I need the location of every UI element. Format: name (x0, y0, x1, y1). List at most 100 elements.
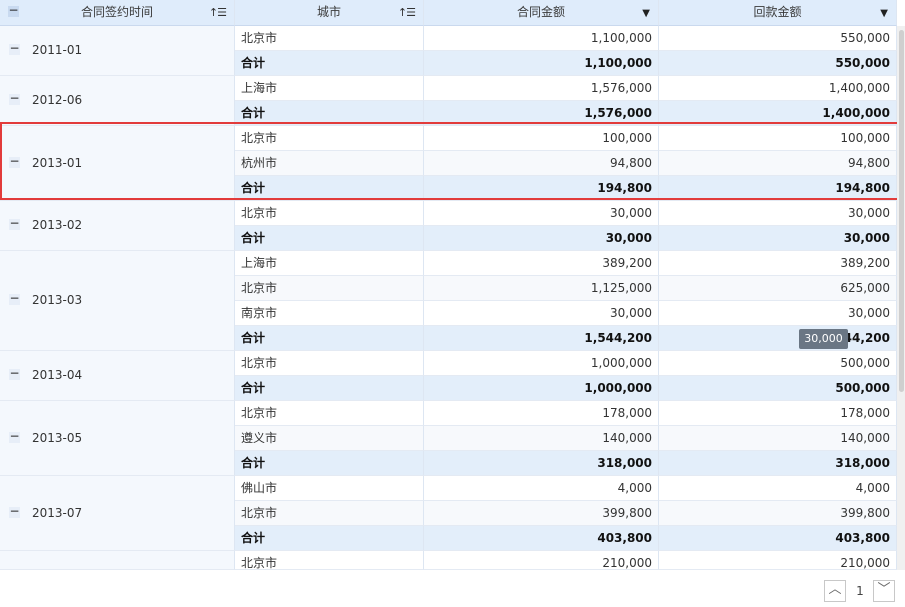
collapse-icon[interactable]: − (9, 42, 20, 55)
subtotal-contract: 1,544,200 (424, 326, 659, 351)
collapse-icon[interactable]: − (9, 292, 20, 305)
report-table: − 合同签约时间 ↑☰ 城市 ↑☰ 合同金额 ▼ 回款金额 ▼ −2011-01… (0, 0, 905, 607)
page-number: 1 (856, 584, 864, 598)
header-city[interactable]: 城市 ↑☰ (235, 0, 424, 26)
contract-amount-cell: 178,000 (424, 401, 659, 426)
group-date: 2013-02 (32, 218, 83, 232)
payment-amount-cell: 500,000 (659, 351, 897, 376)
chevron-down-icon: ﹀ (877, 582, 891, 597)
contract-amount-cell: 399,800 (424, 501, 659, 526)
header-payment-amount[interactable]: 回款金额 ▼ (659, 0, 897, 26)
subtotal-contract: 403,800 (424, 526, 659, 551)
group-date-cell: −2013-01 (0, 126, 235, 201)
subtotal-label: 合计 (235, 226, 424, 251)
subtotal-label: 合计 (235, 376, 424, 401)
header-date[interactable]: − 合同签约时间 ↑☰ (0, 0, 235, 26)
group-date: 2013-03 (32, 293, 83, 307)
collapse-icon[interactable]: − (9, 217, 20, 230)
city-cell: 北京市 (235, 126, 424, 151)
contract-amount-cell: 1,576,000 (424, 76, 659, 101)
sort-icon[interactable]: ↑☰ (398, 0, 416, 25)
contract-amount-cell: 1,100,000 (424, 26, 659, 51)
city-cell: 北京市 (235, 501, 424, 526)
subtotal-payment: 318,000 (659, 451, 897, 476)
group-date-cell: −2013-04 (0, 351, 235, 401)
payment-amount-cell: 94,800 (659, 151, 897, 176)
payment-amount-cell: 389,200 (659, 251, 897, 276)
collapse-icon[interactable]: − (9, 367, 20, 380)
city-cell: 上海市 (235, 251, 424, 276)
subtotal-payment: 30,000 (659, 226, 897, 251)
city-cell: 上海市 (235, 76, 424, 101)
group-date: 2012-06 (32, 93, 83, 107)
subtotal-label: 合计 (235, 451, 424, 476)
payment-amount-cell: 210,000 (659, 551, 897, 570)
payment-amount-cell: 399,800 (659, 501, 897, 526)
value-tooltip: 30,000 (799, 329, 848, 349)
city-cell: 北京市 (235, 551, 424, 570)
header-contract-amount[interactable]: 合同金额 ▼ (424, 0, 659, 26)
sort-icon[interactable]: ↑☰ (209, 0, 227, 25)
group-date-cell: −2013-02 (0, 201, 235, 251)
group-date-cell: −2013-07 (0, 476, 235, 551)
page-prev-button[interactable]: ︿ (824, 580, 846, 602)
group-date: 2013-01 (32, 156, 83, 170)
payment-amount-cell: 625,000 (659, 276, 897, 301)
header-payment-label: 回款金额 (753, 5, 802, 19)
payment-amount-cell: 178,000 (659, 401, 897, 426)
contract-amount-cell: 4,000 (424, 476, 659, 501)
subtotal-contract: 1,100,000 (424, 51, 659, 76)
subtotal-label: 合计 (235, 176, 424, 201)
contract-amount-cell: 30,000 (424, 301, 659, 326)
payment-amount-cell: 140,000 (659, 426, 897, 451)
collapse-icon[interactable]: − (9, 430, 20, 443)
subtotal-payment: 1,044,200 (659, 326, 897, 351)
group-date-cell: −2011-01 (0, 26, 235, 76)
contract-amount-cell: 140,000 (424, 426, 659, 451)
group-date: 2013-05 (32, 431, 83, 445)
page-next-button[interactable]: ﹀ (873, 580, 895, 602)
city-cell: 北京市 (235, 351, 424, 376)
city-cell: 北京市 (235, 401, 424, 426)
payment-amount-cell: 30,000 (659, 301, 897, 326)
contract-amount-cell: 210,000 (424, 551, 659, 570)
subtotal-contract: 30,000 (424, 226, 659, 251)
subtotal-label: 合计 (235, 526, 424, 551)
group-date: 2013-07 (32, 506, 83, 520)
scrollbar-thumb[interactable] (899, 30, 904, 392)
payment-amount-cell: 1,400,000 (659, 76, 897, 101)
collapse-icon[interactable]: − (9, 155, 20, 168)
group-date-cell: −2012-06 (0, 76, 235, 126)
triangle-down-icon[interactable]: ▼ (880, 1, 888, 25)
contract-amount-cell: 94,800 (424, 151, 659, 176)
group-date-cell: −2013-05 (0, 401, 235, 476)
collapse-icon[interactable]: − (9, 505, 20, 518)
city-cell: 北京市 (235, 26, 424, 51)
subtotal-label: 合计 (235, 101, 424, 126)
city-cell: 北京市 (235, 201, 424, 226)
group-date-cell (0, 551, 235, 570)
subtotal-contract: 318,000 (424, 451, 659, 476)
chevron-up-icon: ︿ (828, 582, 842, 597)
city-cell: 佛山市 (235, 476, 424, 501)
contract-amount-cell: 30,000 (424, 201, 659, 226)
collapse-all-icon[interactable]: − (8, 4, 19, 17)
city-cell: 南京市 (235, 301, 424, 326)
contract-amount-cell: 100,000 (424, 126, 659, 151)
payment-amount-cell: 4,000 (659, 476, 897, 501)
subtotal-contract: 1,576,000 (424, 101, 659, 126)
contract-amount-cell: 1,125,000 (424, 276, 659, 301)
collapse-icon[interactable]: − (9, 92, 20, 105)
group-date-cell: −2013-03 (0, 251, 235, 351)
subtotal-label: 合计 (235, 51, 424, 76)
contract-amount-cell: 389,200 (424, 251, 659, 276)
subtotal-payment: 500,000 (659, 376, 897, 401)
city-cell: 遵义市 (235, 426, 424, 451)
payment-amount-cell: 550,000 (659, 26, 897, 51)
subtotal-contract: 1,000,000 (424, 376, 659, 401)
subtotal-payment: 550,000 (659, 51, 897, 76)
triangle-down-icon[interactable]: ▼ (642, 1, 650, 25)
subtotal-payment: 194,800 (659, 176, 897, 201)
subtotal-contract: 194,800 (424, 176, 659, 201)
city-cell: 北京市 (235, 276, 424, 301)
